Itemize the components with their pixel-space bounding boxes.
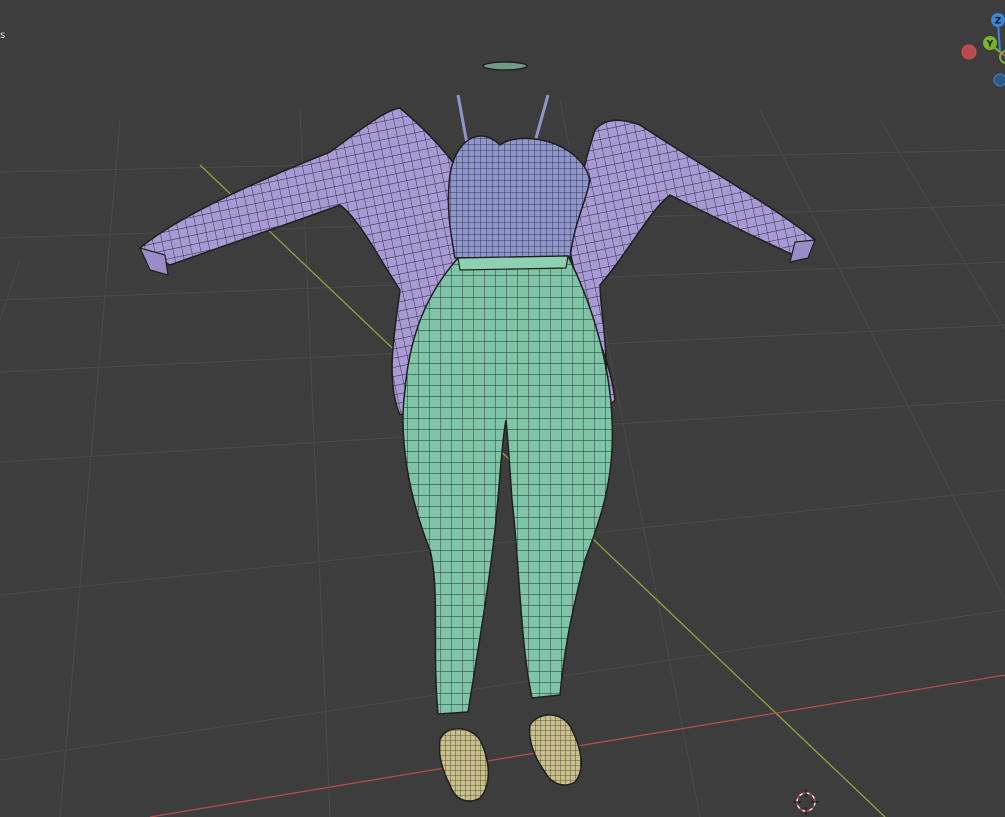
3d-cursor-icon[interactable] xyxy=(793,789,819,815)
navigation-gizmo[interactable]: Z Y xyxy=(961,13,1005,87)
hair-tie-mesh xyxy=(482,61,528,71)
gizmo-neg-z-axis[interactable] xyxy=(993,73,1005,87)
pants-mesh xyxy=(402,255,614,715)
gizmo-y-label: Y xyxy=(986,40,994,50)
top-mesh xyxy=(447,94,591,259)
3d-viewport[interactable]: Z Y s xyxy=(0,0,1005,817)
shoes-mesh xyxy=(438,714,582,802)
gizmo-neg-x-axis[interactable] xyxy=(961,44,977,60)
viewport-scene[interactable]: Z Y xyxy=(0,0,1005,817)
gizmo-x-axis[interactable] xyxy=(999,50,1005,64)
gizmo-z-label: Z xyxy=(995,17,1002,27)
viewport-corner-text: s xyxy=(0,30,6,41)
